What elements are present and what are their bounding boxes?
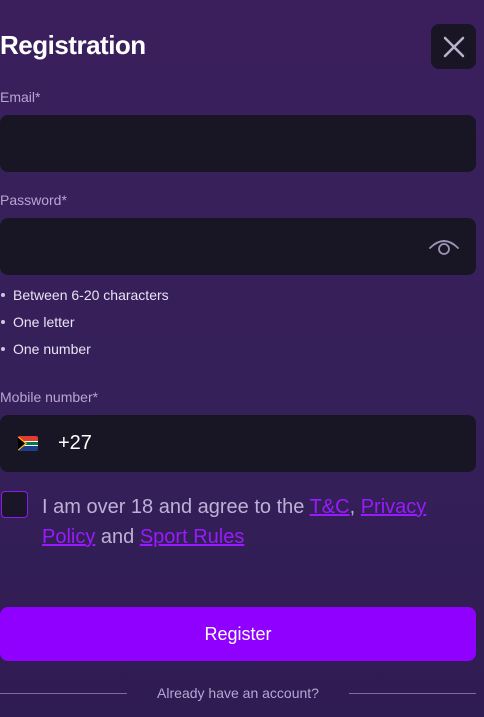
tc-link[interactable]: T&C [310,496,350,518]
bullet-icon [1,320,5,324]
bullet-icon [1,293,5,297]
eye-icon[interactable] [428,234,460,258]
close-icon [443,36,464,57]
email-field-wrapper [0,115,476,172]
password-rule: Between 6-20 characters [0,286,169,313]
agree-checkbox[interactable] [1,491,28,518]
close-button[interactable] [431,24,476,69]
password-label: Password* [0,192,67,208]
country-code: +27 [58,432,92,454]
mobile-field[interactable]: +27 [0,415,476,472]
page-title: Registration [0,30,146,60]
password-rules: Between 6-20 characters One letter One n… [0,286,169,367]
register-button[interactable]: Register [0,607,476,661]
bullet-icon [1,347,5,351]
email-field[interactable] [0,115,476,172]
sport-rules-link[interactable]: Sport Rules [140,526,245,548]
mobile-label: Mobile number* [0,389,99,405]
already-have-account-text[interactable]: Already have an account? [0,685,476,701]
email-label: Email* [0,89,41,105]
password-field-wrapper [0,218,476,275]
agreement-text: I am over 18 and agree to the T&C, Priva… [42,496,427,548]
south-africa-flag-icon[interactable] [18,436,38,451]
password-field[interactable] [0,218,476,275]
password-rule: One letter [0,313,169,340]
password-rule: One number [0,340,169,367]
